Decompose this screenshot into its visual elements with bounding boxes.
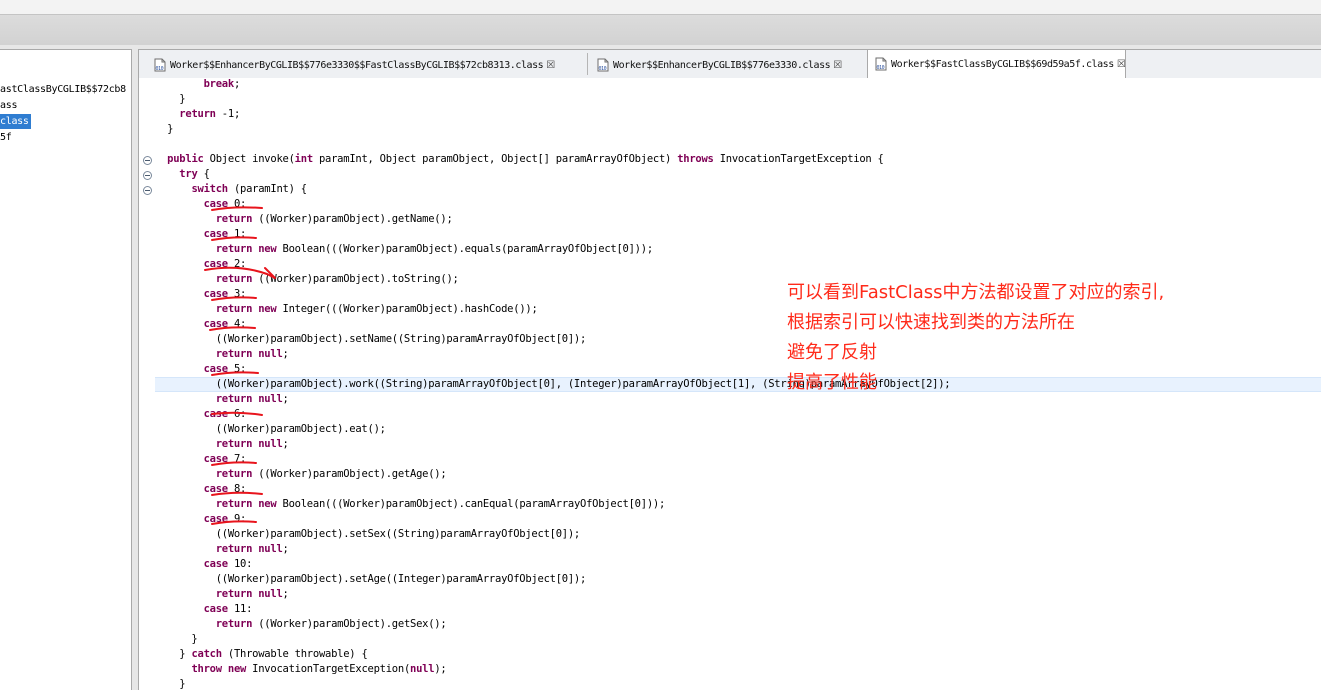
code-line: } — [155, 633, 198, 645]
code-line: case 6: — [203, 408, 247, 420]
collapse-icon[interactable] — [143, 156, 152, 165]
code-line: case 3: — [203, 288, 247, 300]
annotation-note: 可以看到FastClass中方法都设置了对应的索引, 根据索引可以快速找到类的方… — [787, 278, 1164, 398]
code-line: } catch (Throwable throwable) { — [155, 648, 368, 660]
tab-separator — [587, 53, 588, 75]
explorer-item-selected[interactable]: class — [0, 114, 31, 129]
class-file-icon: 010 — [154, 58, 166, 72]
code-line: switch (paramInt) { — [191, 183, 307, 195]
code-line: ((Worker)paramObject).setAge((Integer)pa… — [155, 573, 587, 585]
collapse-icon[interactable] — [143, 186, 152, 195]
annotation-line: 避免了反射 — [787, 342, 877, 363]
svg-text:010: 010 — [877, 65, 885, 71]
code-editor[interactable]: break; } return -1; } public Object invo… — [138, 78, 1321, 690]
code-line: return ((Worker)paramObject).toString(); — [215, 273, 459, 285]
collapse-icon[interactable] — [143, 171, 152, 180]
window-top-strip — [0, 0, 1321, 14]
code-line: return new Boolean(((Worker)paramObject)… — [215, 498, 666, 510]
editor-tab-bar: 010 Worker$$EnhancerByCGLIB$$776e3330$$F… — [138, 49, 1321, 79]
editor-tab-label: Worker$$EnhancerByCGLIB$$776e3330$$FastC… — [170, 59, 544, 71]
code-line: case 7: — [203, 453, 247, 465]
code-line: case 8: — [203, 483, 247, 495]
explorer-item[interactable]: 5f — [0, 130, 11, 145]
code-line: return null; — [215, 393, 289, 405]
code-line: throw new InvocationTargetException(null… — [191, 663, 447, 675]
editor-tab-active[interactable]: 010 Worker$$FastClassByCGLIB$$69d59a5f.c… — [867, 50, 1127, 78]
annotation-line: 提高了性能 — [787, 372, 877, 393]
code-line: } — [155, 93, 186, 105]
class-file-icon: 010 — [597, 58, 609, 72]
package-explorer: astClassByCGLIB$$72cb8 ass class 5f — [0, 49, 132, 690]
code-line: case 4: — [203, 318, 247, 330]
code-line: case 11: — [203, 603, 253, 615]
toolbar — [0, 14, 1321, 46]
close-icon[interactable]: ☒ — [546, 60, 555, 71]
editor-tab[interactable]: 010 Worker$$EnhancerByCGLIB$$776e3330.cl… — [590, 53, 842, 77]
code-line: ((Worker)paramObject).setName((String)pa… — [155, 333, 587, 345]
code-line: case 0: — [203, 198, 247, 210]
code-line: public Object invoke(int paramInt, Objec… — [167, 153, 884, 165]
editor-ruler — [139, 78, 155, 690]
svg-text:010: 010 — [156, 66, 164, 72]
code-line: case 9: — [203, 513, 247, 525]
code-line: } — [155, 123, 174, 135]
code-line: case 2: — [203, 258, 247, 270]
code-line: case 5: — [203, 363, 247, 375]
class-file-icon: 010 — [875, 57, 887, 71]
editor-tab[interactable]: 010 Worker$$EnhancerByCGLIB$$776e3330$$F… — [147, 53, 555, 77]
code-line: ((Worker)paramObject).eat(); — [155, 423, 386, 435]
code-line: return null; — [215, 348, 289, 360]
code-line: return null; — [215, 543, 289, 555]
annotation-line: 可以看到FastClass中方法都设置了对应的索引, — [787, 282, 1165, 303]
close-icon[interactable]: ☒ — [833, 60, 842, 71]
code-line: return null; — [215, 588, 289, 600]
code-line: return -1; — [179, 108, 241, 120]
explorer-item[interactable]: ass — [0, 98, 17, 113]
close-icon[interactable]: ☒ — [1117, 59, 1126, 70]
code-line: try { — [179, 168, 210, 180]
code-line: case 10: — [203, 558, 253, 570]
svg-text:010: 010 — [599, 66, 607, 72]
code-line: return ((Worker)paramObject).getSex(); — [215, 618, 447, 630]
code-line: return new Boolean(((Worker)paramObject)… — [215, 243, 653, 255]
code-line: } — [155, 678, 186, 690]
editor-tab-label: Worker$$FastClassByCGLIB$$69d59a5f.class — [891, 58, 1114, 70]
code-line: return ((Worker)paramObject).getAge(); — [215, 468, 447, 480]
code-line: case 1: — [203, 228, 247, 240]
explorer-item[interactable]: astClassByCGLIB$$72cb8 — [0, 82, 126, 97]
editor-tab-label: Worker$$EnhancerByCGLIB$$776e3330.class — [613, 59, 831, 71]
annotation-line: 根据索引可以快速找到类的方法所在 — [787, 312, 1075, 333]
code-line: ((Worker)paramObject).setSex((String)par… — [155, 528, 581, 540]
code-line: return ((Worker)paramObject).getName(); — [215, 213, 453, 225]
explorer-border — [0, 49, 131, 50]
code-line: return new Integer(((Worker)paramObject)… — [215, 303, 538, 315]
code-line: return null; — [215, 438, 289, 450]
code-line: break; — [203, 78, 241, 90]
